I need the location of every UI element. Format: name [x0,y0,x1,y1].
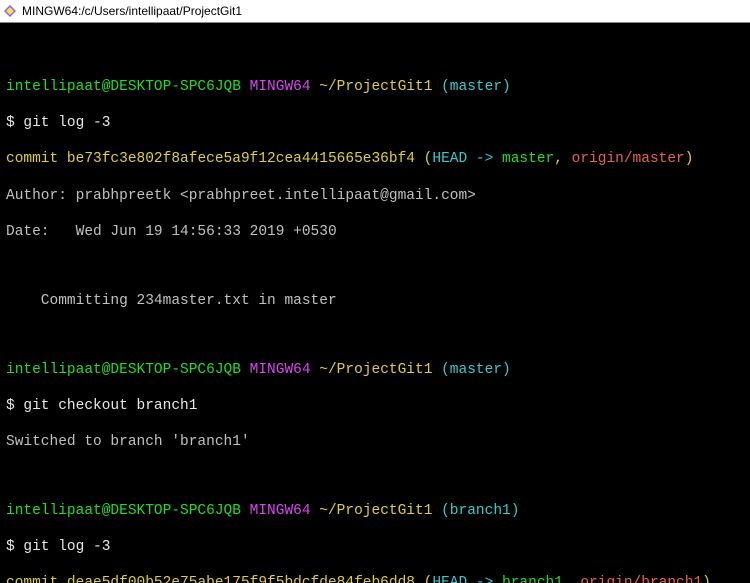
command-line: $ git checkout branch1 [6,397,744,415]
app-icon [4,5,16,17]
date-line: Date: Wed Jun 19 14:56:33 2019 +0530 [6,223,744,241]
window-titlebar[interactable]: MINGW64:/c/Users/intellipaat/ProjectGit1 [0,0,750,23]
terminal-output[interactable]: intellipaat@DESKTOP-SPC6JQB MINGW64 ~/Pr… [0,23,750,583]
command-line: $ git log -3 [6,114,744,132]
prompt-line: intellipaat@DESKTOP-SPC6JQB MINGW64 ~/Pr… [6,361,744,379]
output-line: Switched to branch 'branch1' [6,433,744,451]
prompt-line: intellipaat@DESKTOP-SPC6JQB MINGW64 ~/Pr… [6,78,744,96]
commit-line: commit deae5df00b52e75abe175f9f5bdcfde84… [6,574,744,583]
window-title: MINGW64:/c/Users/intellipaat/ProjectGit1 [22,4,242,18]
prompt-line: intellipaat@DESKTOP-SPC6JQB MINGW64 ~/Pr… [6,502,744,520]
author-line: Author: prabhpreetk <prabhpreet.intellip… [6,187,744,205]
commit-line: commit be73fc3e802f8afece5a9f12cea441566… [6,150,744,168]
commit-message: Committing 234master.txt in master [6,292,744,310]
command-line: $ git log -3 [6,538,744,556]
